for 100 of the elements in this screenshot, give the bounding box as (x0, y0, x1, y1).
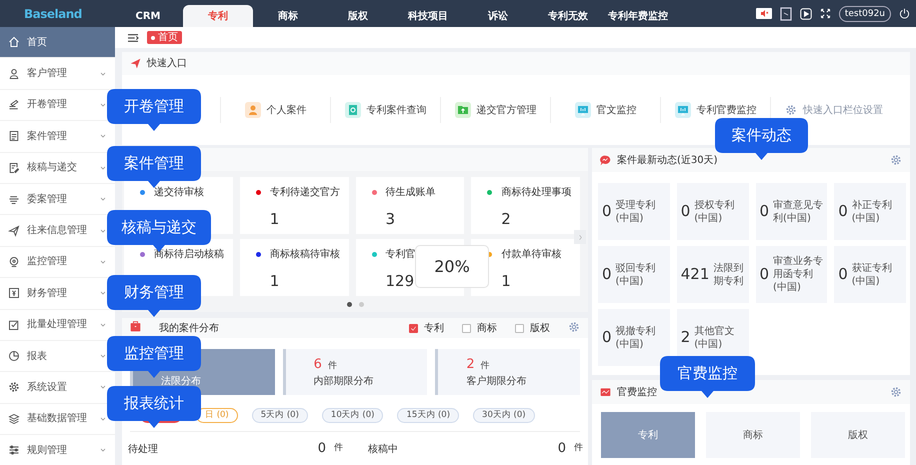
stat-value: 1 (501, 272, 511, 290)
activity-tile[interactable]: 0 审查业务专用函专利(中国) (756, 246, 828, 303)
count-value: 421 (680, 264, 710, 286)
count-value: 0 (602, 264, 612, 286)
count-value: 0 (838, 264, 848, 286)
panel-title: 我的案件分布 (159, 322, 219, 336)
stat-label: 递交待审核 (154, 186, 204, 200)
activity-label: 审查业务专用函专利(中国) (773, 255, 824, 294)
settings-icon[interactable] (890, 154, 902, 166)
carousel-dot[interactable] (346, 302, 352, 307)
fee-category-tab[interactable]: 商标 (706, 412, 800, 458)
pen-icon (8, 98, 20, 111)
range-filter-chip[interactable]: 5天内 (0) (252, 408, 308, 423)
stat-value: 3 (386, 210, 396, 228)
speaker-icon[interactable] (756, 8, 772, 19)
stat-value: 2 (501, 210, 511, 228)
range-filter-chip[interactable]: 10天内 (0) (322, 408, 384, 423)
stat-label: 商标核稿待审核 (270, 248, 340, 262)
count-value: 0 (760, 264, 770, 286)
quick-entry-link[interactable]: 官文监控 (596, 102, 636, 118)
activity-label: 法限到期专利 (713, 262, 744, 288)
module-tab[interactable]: 专利无效 (533, 5, 603, 27)
unit-label: 件 (328, 361, 337, 371)
sidebar-item[interactable]: 首页 (0, 27, 115, 58)
activity-label: 驳回专利(中国) (616, 262, 657, 288)
page-tab[interactable]: 首页 (147, 31, 182, 44)
count-value: 0 (680, 201, 690, 222)
edit-document-icon (8, 162, 20, 174)
activity-label: 其他官文(中国) (694, 324, 736, 350)
activity-label: 受理专利(中国) (616, 198, 657, 224)
count-value: 0 (760, 201, 770, 222)
power-icon[interactable] (899, 8, 910, 19)
distribution-card[interactable]: 2 件 客户期限分布 (435, 349, 580, 395)
panel-title: 官费监控 (617, 386, 658, 400)
unit-label: 件 (480, 361, 490, 371)
user-menu-button[interactable]: test092u (838, 6, 891, 22)
count-value: 0 (558, 440, 566, 458)
module-tab[interactable]: 版权 (323, 5, 393, 27)
chat-bubble-icon (600, 154, 611, 166)
distribution-card[interactable]: 6 件 内部期限分布 (282, 349, 428, 395)
play-icon[interactable] (800, 8, 812, 20)
home-icon (8, 36, 20, 48)
checkbox[interactable] (409, 324, 418, 333)
menu-icon[interactable] (127, 32, 139, 42)
count-value: 6 (314, 357, 322, 372)
yen-icon (8, 287, 20, 300)
monitor-icon (574, 102, 590, 118)
stat-label: 待生成账单 (386, 186, 436, 200)
stat-card[interactable]: 商标待处理事项 2 (471, 177, 580, 234)
chevron-right-icon (576, 234, 584, 240)
status-label: 核稿中 (368, 442, 399, 456)
unit-label: 件 (334, 442, 343, 456)
checkbox[interactable] (462, 324, 471, 333)
carousel-dot[interactable] (358, 302, 364, 307)
document-search-icon (344, 102, 360, 118)
monitor-icon (674, 102, 690, 118)
gear-icon (8, 381, 20, 394)
range-filter-chip[interactable]: 15天内 (0) (397, 408, 460, 423)
stat-label: 付款单待审核 (501, 248, 562, 262)
quick-entry-link[interactable]: 递交官方管理 (476, 102, 536, 118)
activity-label: 补正专利(中国) (852, 198, 893, 224)
checkbox-label: 商标 (477, 322, 497, 336)
count-value: 0 (318, 440, 326, 458)
target-icon (8, 256, 20, 268)
settings-icon[interactable] (890, 386, 902, 398)
stat-card[interactable]: 待生成账单 3 (356, 177, 464, 234)
stat-label: 专利官 (386, 248, 416, 262)
module-tab[interactable]: 专利 (183, 5, 253, 27)
checkbox[interactable] (515, 324, 524, 333)
module-tab[interactable]: 科技项目 (393, 5, 463, 27)
range-filter-chip[interactable]: 30天内 (0) (473, 408, 535, 423)
distribution-label: 内部期限分布 (314, 374, 375, 389)
module-tab[interactable]: CRM (113, 5, 183, 27)
settings-icon[interactable] (785, 104, 797, 116)
status-label: 待处理 (128, 442, 159, 456)
sliders-icon (8, 444, 20, 456)
fullscreen-icon[interactable] (820, 8, 831, 19)
pie-chart-icon (8, 350, 20, 362)
module-tab[interactable]: 商标 (253, 5, 323, 27)
stat-card[interactable]: 专利待递交官方 1 (240, 177, 348, 234)
module-tab[interactable]: 诉讼 (463, 5, 533, 27)
quick-entry-link[interactable]: 专利案件查询 (366, 102, 426, 118)
settings-icon[interactable] (568, 321, 580, 333)
stat-label: 商标待处理事项 (501, 186, 572, 200)
user-icon (8, 68, 20, 80)
paper-plane-icon (130, 58, 141, 69)
checkbox-label: 专利 (424, 322, 444, 336)
unit-label: 件 (574, 442, 583, 456)
stat-value: 1 (270, 272, 280, 290)
activity-label: 审查意见专利(中国) (773, 198, 824, 224)
activity-label: 视撤专利(中国) (616, 324, 657, 350)
module-tab[interactable]: 专利年费监控 (603, 5, 673, 27)
stat-card[interactable]: 商标核稿待审核 1 (240, 239, 348, 296)
count-value: 0 (602, 327, 612, 348)
quick-entry-link[interactable]: 个人案件 (266, 102, 306, 118)
frame-icon[interactable] (780, 6, 792, 20)
quick-entry-link[interactable]: 专利官费监控 (696, 102, 756, 118)
logo: Baseland (23, 6, 83, 22)
fee-category-tab[interactable]: 版权 (811, 412, 905, 458)
activity-label: 获证专利(中国) (852, 262, 893, 288)
